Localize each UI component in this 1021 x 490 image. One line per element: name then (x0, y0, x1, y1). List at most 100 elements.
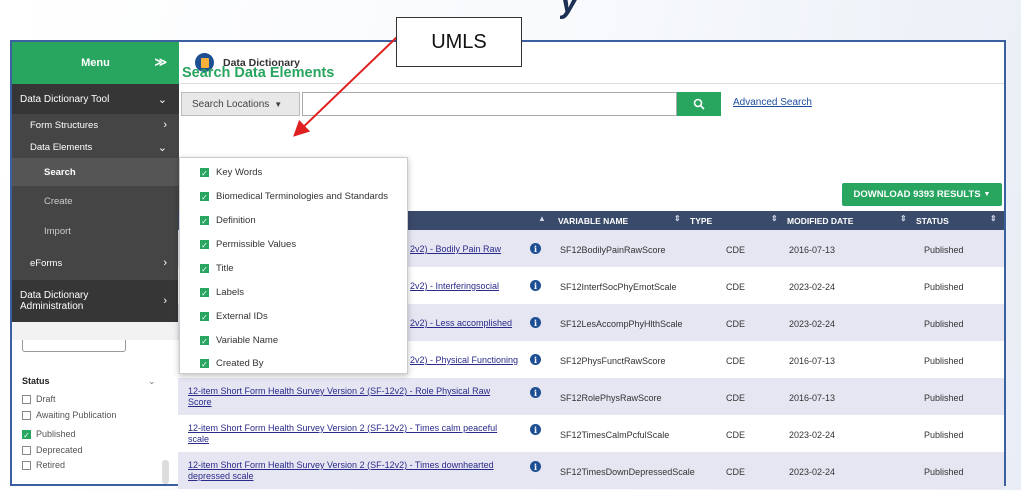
type-cell: CDE (726, 282, 746, 292)
sidebar-item-label: Create (44, 195, 73, 207)
variable-name-cell: SF12LesAccompPhyHlthScale (560, 319, 683, 329)
column-header[interactable]: MODIFIED DATE (787, 216, 853, 226)
checkbox-checked-icon[interactable] (22, 430, 31, 439)
sort-icon[interactable]: ⇕ (900, 214, 907, 223)
sidebar: Menu ≫ Data Dictionary Tool ⌄ Form Struc… (12, 42, 179, 484)
location-option[interactable]: External IDs (200, 311, 268, 322)
option-label: Labels (216, 287, 244, 298)
search-button[interactable] (677, 92, 721, 116)
checkbox-icon[interactable] (22, 411, 31, 420)
download-results-button[interactable]: DOWNLOAD 9393 RESULTS ▼ (842, 183, 1002, 206)
element-title-link[interactable]: 2v2) - Less accomplished (410, 318, 528, 329)
sort-icon[interactable]: ⇕ (990, 214, 997, 223)
sidebar-item-data-elements[interactable]: Data Elements ⌄ (12, 136, 179, 158)
checkbox-icon[interactable] (22, 446, 31, 455)
checkbox-checked-icon[interactable] (200, 240, 209, 249)
modified-date-cell: 2016-07-13 (789, 245, 836, 255)
chevron-right-icon: › (163, 294, 167, 307)
status-option-deprecated[interactable]: Deprecated (22, 445, 83, 455)
option-label: Key Words (216, 167, 263, 178)
option-label: Definition (216, 215, 256, 226)
status-option-published[interactable]: Published (22, 429, 76, 439)
title-line: scale (188, 434, 210, 444)
double-chevron-icon[interactable]: ≫ (154, 55, 167, 69)
info-icon[interactable]: i (530, 317, 541, 328)
checkbox-checked-icon[interactable] (200, 168, 209, 177)
sidebar-item-import[interactable]: Import (12, 216, 179, 246)
status-option-retired[interactable]: Retired (22, 460, 65, 470)
sidebar-item-form-structures[interactable]: Form Structures › (12, 114, 179, 136)
sidebar-item-dd-administration[interactable]: Data Dictionary Administration › (12, 280, 179, 322)
sidebar-item-label: Search (44, 166, 76, 178)
info-icon[interactable]: i (530, 424, 541, 435)
filter-input[interactable] (22, 340, 126, 352)
sidebar-item-label: Import (44, 225, 71, 237)
title-line: 12-item Short Form Health Survey Version… (188, 386, 491, 396)
sidebar-item-label: Data Dictionary Tool (20, 93, 110, 105)
table-row[interactable]: 12-item Short Form Health Survey Version… (178, 415, 1004, 452)
info-icon[interactable]: i (530, 461, 541, 472)
location-option[interactable]: Created By (200, 358, 264, 369)
status-cell: Published (924, 356, 964, 366)
checkbox-checked-icon[interactable] (200, 216, 209, 225)
sort-icon[interactable]: ⇕ (674, 214, 681, 223)
element-title-link[interactable]: 12-item Short Form Health Survey Version… (188, 423, 528, 445)
advanced-search-link[interactable]: Advanced Search (733, 97, 812, 108)
sidebar-item-search[interactable]: Search (12, 158, 179, 186)
checkbox-checked-icon[interactable] (200, 336, 209, 345)
element-title-link[interactable]: 2v2) - Bodily Pain Raw (410, 244, 528, 255)
element-title-link[interactable]: 2v2) - Interferingsocial (410, 281, 528, 292)
sidebar-item-label: Data Elements (30, 141, 93, 153)
info-icon[interactable]: i (530, 354, 541, 365)
location-option[interactable]: Permissible Values (200, 239, 296, 250)
menu-header[interactable]: Menu ≫ (12, 42, 179, 84)
location-option[interactable]: Definition (200, 215, 256, 226)
option-label: Deprecated (36, 445, 83, 455)
option-label: Variable Name (216, 335, 279, 346)
info-icon[interactable]: i (530, 280, 541, 291)
checkbox-checked-icon[interactable] (200, 192, 209, 201)
sort-icon[interactable]: ⇕ (771, 214, 778, 223)
checkbox-icon[interactable] (22, 395, 31, 404)
type-cell: CDE (726, 393, 746, 403)
checkbox-checked-icon[interactable] (200, 312, 209, 321)
sidebar-item-label: Data Dictionary Administration (20, 290, 89, 312)
sidebar-item-data-dictionary-tool[interactable]: Data Dictionary Tool ⌄ (12, 84, 179, 114)
column-header[interactable]: TYPE (690, 216, 712, 226)
element-title-link[interactable]: 12-item Short Form Health Survey Version… (188, 460, 528, 482)
download-label: DOWNLOAD 9393 RESULTS (853, 189, 981, 200)
location-option[interactable]: Labels (200, 287, 244, 298)
type-cell: CDE (726, 467, 746, 477)
location-option[interactable]: Biomedical Terminologies and Standards (200, 191, 388, 202)
location-option[interactable]: Title (200, 263, 234, 274)
location-option[interactable]: Variable Name (200, 335, 278, 346)
sort-icon[interactable]: ▲ (538, 214, 546, 223)
status-cell: Published (924, 319, 964, 329)
scrollbar-thumb[interactable] (162, 460, 169, 484)
umls-callout: UMLS (396, 17, 522, 67)
option-label: Published (36, 429, 76, 439)
chevron-down-icon[interactable]: ⌄ (148, 376, 156, 387)
option-label: Draft (36, 394, 56, 404)
status-option-draft[interactable]: Draft (22, 394, 56, 404)
caret-down-icon: ▼ (983, 191, 991, 198)
checkbox-checked-icon[interactable] (200, 288, 209, 297)
sidebar-item-eforms[interactable]: eForms › (12, 246, 179, 280)
option-label: External IDs (216, 311, 268, 322)
location-option[interactable]: Key Words (200, 167, 262, 178)
info-icon[interactable]: i (530, 387, 541, 398)
sidebar-item-create[interactable]: Create (12, 186, 179, 216)
search-input[interactable] (302, 92, 677, 116)
table-row[interactable]: 12-item Short Form Health Survey Version… (178, 378, 1004, 415)
checkbox-checked-icon[interactable] (200, 264, 209, 273)
checkbox-checked-icon[interactable] (200, 359, 209, 368)
info-icon[interactable]: i (530, 243, 541, 254)
search-locations-button[interactable]: Search Locations ▼ (181, 92, 300, 116)
checkbox-icon[interactable] (22, 461, 31, 470)
element-title-link[interactable]: 12-item Short Form Health Survey Version… (188, 386, 528, 408)
column-header[interactable]: VARIABLE NAME (558, 216, 628, 226)
status-option-awaiting[interactable]: Awaiting Publication (22, 410, 116, 420)
element-title-link[interactable]: 2v2) - Physical Functioning (410, 355, 528, 366)
column-header[interactable]: STATUS (916, 216, 949, 226)
table-row[interactable]: 12-item Short Form Health Survey Version… (178, 452, 1004, 489)
